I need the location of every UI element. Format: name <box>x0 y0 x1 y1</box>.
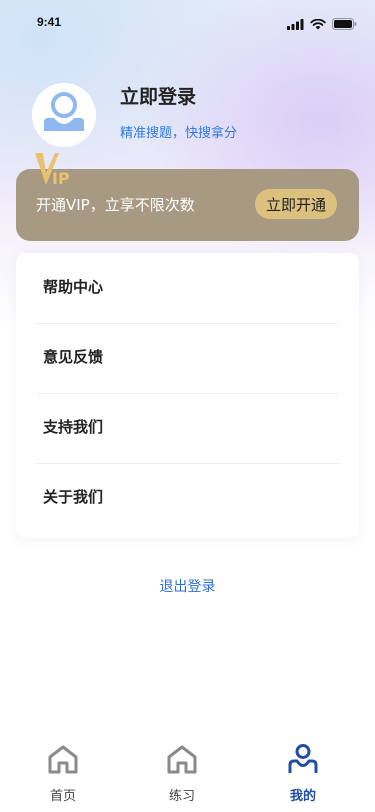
vip-logo-text: IP <box>52 169 70 187</box>
tab-profile[interactable]: 我的 <box>273 743 333 804</box>
menu-item-feedback[interactable]: 意见反馈 <box>16 323 359 393</box>
user-icon <box>38 90 90 140</box>
profile-icon <box>287 743 319 775</box>
tab-label: 我的 <box>289 789 316 804</box>
tab-home[interactable]: 首页 <box>33 743 93 804</box>
menu-item-support-us[interactable]: 支持我们 <box>16 393 359 463</box>
activate-vip-button[interactable]: 立即开通 <box>254 189 337 219</box>
menu-item-label: 关于我们 <box>43 488 104 506</box>
menu-item-about-us[interactable]: 关于我们 <box>16 463 359 533</box>
status-time: 9:41 <box>37 15 62 29</box>
home-icon <box>47 743 79 775</box>
login-title[interactable]: 立即登录 <box>120 82 196 109</box>
wifi-icon <box>310 15 326 34</box>
tab-bar: 首页 练习 我的 <box>0 738 375 812</box>
menu-item-help-center[interactable]: 帮助中心 <box>16 253 359 323</box>
vip-logo: IP <box>34 151 74 191</box>
menu-item-label: 支持我们 <box>43 418 104 436</box>
status-bar: 9:41 <box>0 0 375 44</box>
battery-icon <box>332 15 357 34</box>
login-subtitle: 精准搜题，快搜拿分 <box>120 126 238 141</box>
signal-icon <box>287 15 304 34</box>
tab-label: 首页 <box>49 789 76 804</box>
status-icons <box>287 15 357 34</box>
logout-link[interactable]: 退出登录 <box>0 576 375 596</box>
menu-card: 帮助中心 意见反馈 支持我们 关于我们 <box>16 253 359 538</box>
practice-icon <box>166 743 198 775</box>
profile-header[interactable]: 立即登录 精准搜题，快搜拿分 <box>0 80 375 160</box>
tab-practice[interactable]: 练习 <box>152 743 212 804</box>
avatar[interactable] <box>32 83 96 147</box>
tab-label: 练习 <box>168 789 195 804</box>
menu-item-label: 帮助中心 <box>43 278 104 296</box>
vip-promo-text: 开通VIP，立享不限次数 <box>36 196 195 214</box>
menu-item-label: 意见反馈 <box>43 348 104 366</box>
